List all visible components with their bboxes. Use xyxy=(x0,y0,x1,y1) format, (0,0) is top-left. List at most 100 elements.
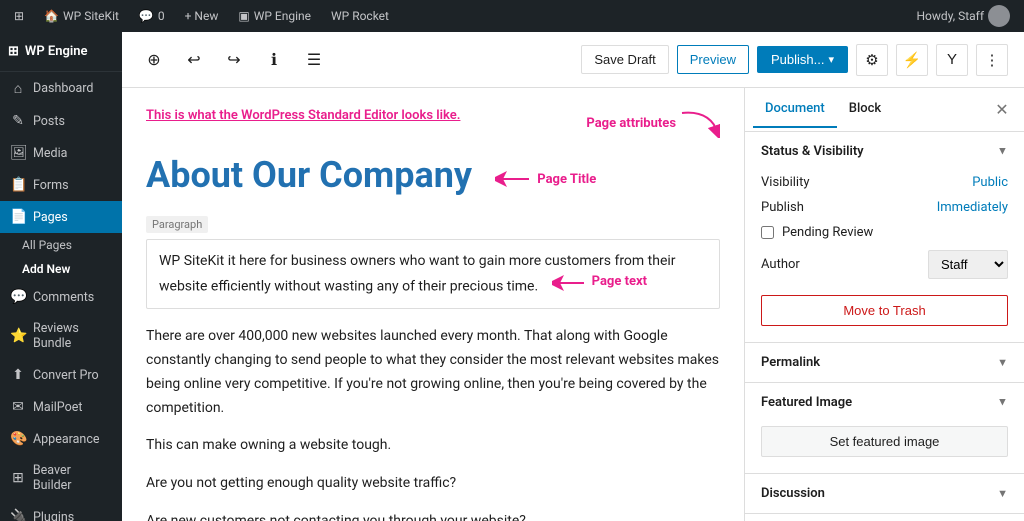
sidebar-item-posts[interactable]: ✎ Posts xyxy=(0,105,122,137)
redo-button[interactable]: ↪ xyxy=(218,44,250,76)
permalink-title: Permalink xyxy=(761,355,820,370)
featured-image-header[interactable]: Featured Image ▲ xyxy=(745,383,1024,422)
visibility-value[interactable]: Public xyxy=(972,175,1008,190)
howdy-label: Howdy, Staff xyxy=(917,9,985,23)
engine-label: WP Engine xyxy=(254,9,311,23)
media-icon: 🖼 xyxy=(10,145,26,161)
status-visibility-section: Status & Visibility ▲ Visibility Public … xyxy=(745,132,1024,343)
tab-document[interactable]: Document xyxy=(753,91,837,128)
details-button[interactable]: ℹ xyxy=(258,44,290,76)
lightning-button[interactable]: ⚡ xyxy=(896,44,928,76)
wp-logo-item[interactable]: ⊞ xyxy=(8,9,30,23)
page-attributes-header[interactable]: Page Attributes ▼ xyxy=(745,514,1024,521)
admin-bar-engine[interactable]: ▣ WP Engine xyxy=(232,9,317,23)
right-panel: Document Block ✕ Status & Visibility ▲ V… xyxy=(744,88,1024,521)
pending-review-checkbox[interactable] xyxy=(761,226,774,239)
discussion-title: Discussion xyxy=(761,486,825,501)
publish-value[interactable]: Immediately xyxy=(937,200,1008,215)
page-title[interactable]: About Our Company xyxy=(146,154,472,196)
status-chevron-up: ▲ xyxy=(997,145,1008,158)
admin-bar-site[interactable]: 🏠 WP SiteKit xyxy=(38,9,125,23)
annotation-top: This is what the WordPress Standard Edit… xyxy=(146,108,460,123)
text-arrow-svg xyxy=(552,275,586,291)
attr-arrow-svg xyxy=(680,108,720,138)
sidebar-item-forms[interactable]: 📋 Forms xyxy=(0,169,122,201)
sidebar-item-label: Pages xyxy=(33,210,68,225)
pending-review-label: Pending Review xyxy=(782,225,873,240)
status-visibility-header[interactable]: Status & Visibility ▲ xyxy=(745,132,1024,171)
body-paragraph-4[interactable]: Are you not getting enough quality websi… xyxy=(146,472,720,496)
sidebar-item-pages[interactable]: 📄 Pages xyxy=(0,201,122,233)
mailpoet-icon: ✉ xyxy=(10,399,26,415)
sidebar-subitem-add-new[interactable]: Add New xyxy=(0,257,122,281)
author-select[interactable]: Staff xyxy=(928,250,1008,279)
wp-logo-icon: ⊞ xyxy=(14,9,24,23)
visibility-row: Visibility Public xyxy=(761,175,1008,190)
discussion-header[interactable]: Discussion ▼ xyxy=(745,474,1024,513)
plugins-icon: 🔌 xyxy=(10,509,26,521)
body-paragraph-2[interactable]: There are over 400,000 new websites laun… xyxy=(146,325,720,420)
page-attributes-annotation: Page attributes xyxy=(586,116,676,131)
publish-label: Publish xyxy=(761,200,804,215)
sidebar-item-label: Comments xyxy=(33,290,94,305)
sidebar-item-mailpoet[interactable]: ✉ MailPoet xyxy=(0,391,122,423)
paragraph-block[interactable]: Paragraph WP SiteKit it here for busines… xyxy=(146,216,720,309)
paragraph-label: Paragraph xyxy=(146,216,208,233)
sidebar-item-reviews[interactable]: ⭐ Reviews Bundle xyxy=(0,313,122,359)
sidebar-item-media[interactable]: 🖼 Media xyxy=(0,137,122,169)
discussion-section: Discussion ▼ xyxy=(745,474,1024,514)
posts-icon: ✎ xyxy=(10,113,26,129)
site-name: WP SiteKit xyxy=(63,9,119,23)
tab-block[interactable]: Block xyxy=(837,91,893,128)
sidebar-item-label: Posts xyxy=(33,114,65,129)
admin-bar-new[interactable]: + New xyxy=(179,9,225,23)
panel-close-button[interactable]: ✕ xyxy=(988,96,1016,124)
sidebar-item-label: MailPoet xyxy=(33,400,82,415)
all-pages-label: All Pages xyxy=(22,238,72,252)
set-featured-image-button[interactable]: Set featured image xyxy=(761,426,1008,457)
body-paragraph-5[interactable]: Are new customers not contacting you thr… xyxy=(146,510,720,521)
add-new-label: Add New xyxy=(22,262,70,276)
paragraph-block-content[interactable]: WP SiteKit it here for business owners w… xyxy=(146,239,720,309)
sidebar-item-convert-pro[interactable]: ⬆ Convert Pro xyxy=(0,359,122,391)
author-label: Author xyxy=(761,257,800,272)
more-options-button[interactable]: ⋮ xyxy=(976,44,1008,76)
admin-bar-wp-rocket[interactable]: WP Rocket xyxy=(325,9,395,23)
body-paragraph-3[interactable]: This can make owning a website tough. xyxy=(146,434,720,458)
permalink-header[interactable]: Permalink ▼ xyxy=(745,343,1024,382)
sidebar-item-label: Media xyxy=(33,146,67,161)
save-draft-button[interactable]: Save Draft xyxy=(581,45,668,74)
page-editor[interactable]: This is what the WordPress Standard Edit… xyxy=(122,88,744,521)
sidebar-item-comments[interactable]: 💬 Comments xyxy=(0,281,122,313)
page-title-label: Page Title xyxy=(537,172,596,187)
page-title-area: About Our Company Page Title xyxy=(146,154,720,196)
settings-gear-button[interactable]: ⚙ xyxy=(856,44,888,76)
page-text-label: Page text xyxy=(592,272,647,293)
move-to-trash-button[interactable]: Move to Trash xyxy=(761,295,1008,326)
list-view-button[interactable]: ☰ xyxy=(298,44,330,76)
sidebar-subitem-all-pages[interactable]: All Pages xyxy=(0,233,122,257)
status-visibility-content: Visibility Public Publish Immediately Pe… xyxy=(745,171,1024,342)
appearance-icon: 🎨 xyxy=(10,431,26,447)
yoast-button[interactable]: Y xyxy=(936,44,968,76)
convert-pro-icon: ⬆ xyxy=(10,367,26,383)
sidebar-item-label: Plugins xyxy=(33,510,74,521)
preview-button[interactable]: Preview xyxy=(677,45,749,74)
main-layout: ⊞ WP Engine ⌂ Dashboard ✎ Posts 🖼 Media … xyxy=(0,32,1024,521)
sidebar-item-appearance[interactable]: 🎨 Appearance xyxy=(0,423,122,455)
sidebar-item-beaver-builder[interactable]: ⊞ Beaver Builder xyxy=(0,455,122,501)
editor-main: This is what the WordPress Standard Edit… xyxy=(122,88,1024,521)
featured-image-chevron: ▲ xyxy=(997,396,1008,409)
publish-button[interactable]: Publish... xyxy=(757,46,848,73)
admin-bar-comments[interactable]: 💬 0 xyxy=(133,9,171,23)
sidebar-item-dashboard[interactable]: ⌂ Dashboard xyxy=(0,72,122,105)
permalink-chevron: ▼ xyxy=(997,356,1008,369)
admin-bar-howdy[interactable]: Howdy, Staff xyxy=(911,5,1017,27)
sidebar-item-plugins[interactable]: 🔌 Plugins xyxy=(0,501,122,521)
wp-rocket-label: WP Rocket xyxy=(331,9,389,23)
title-arrow-svg xyxy=(495,171,531,187)
undo-button[interactable]: ↩ xyxy=(178,44,210,76)
content-area: ⊕ ↩ ↪ ℹ ☰ Save Draft Preview Publish... … xyxy=(122,32,1024,521)
add-block-button[interactable]: ⊕ xyxy=(138,44,170,76)
sidebar-item-label: Dashboard xyxy=(33,81,93,96)
